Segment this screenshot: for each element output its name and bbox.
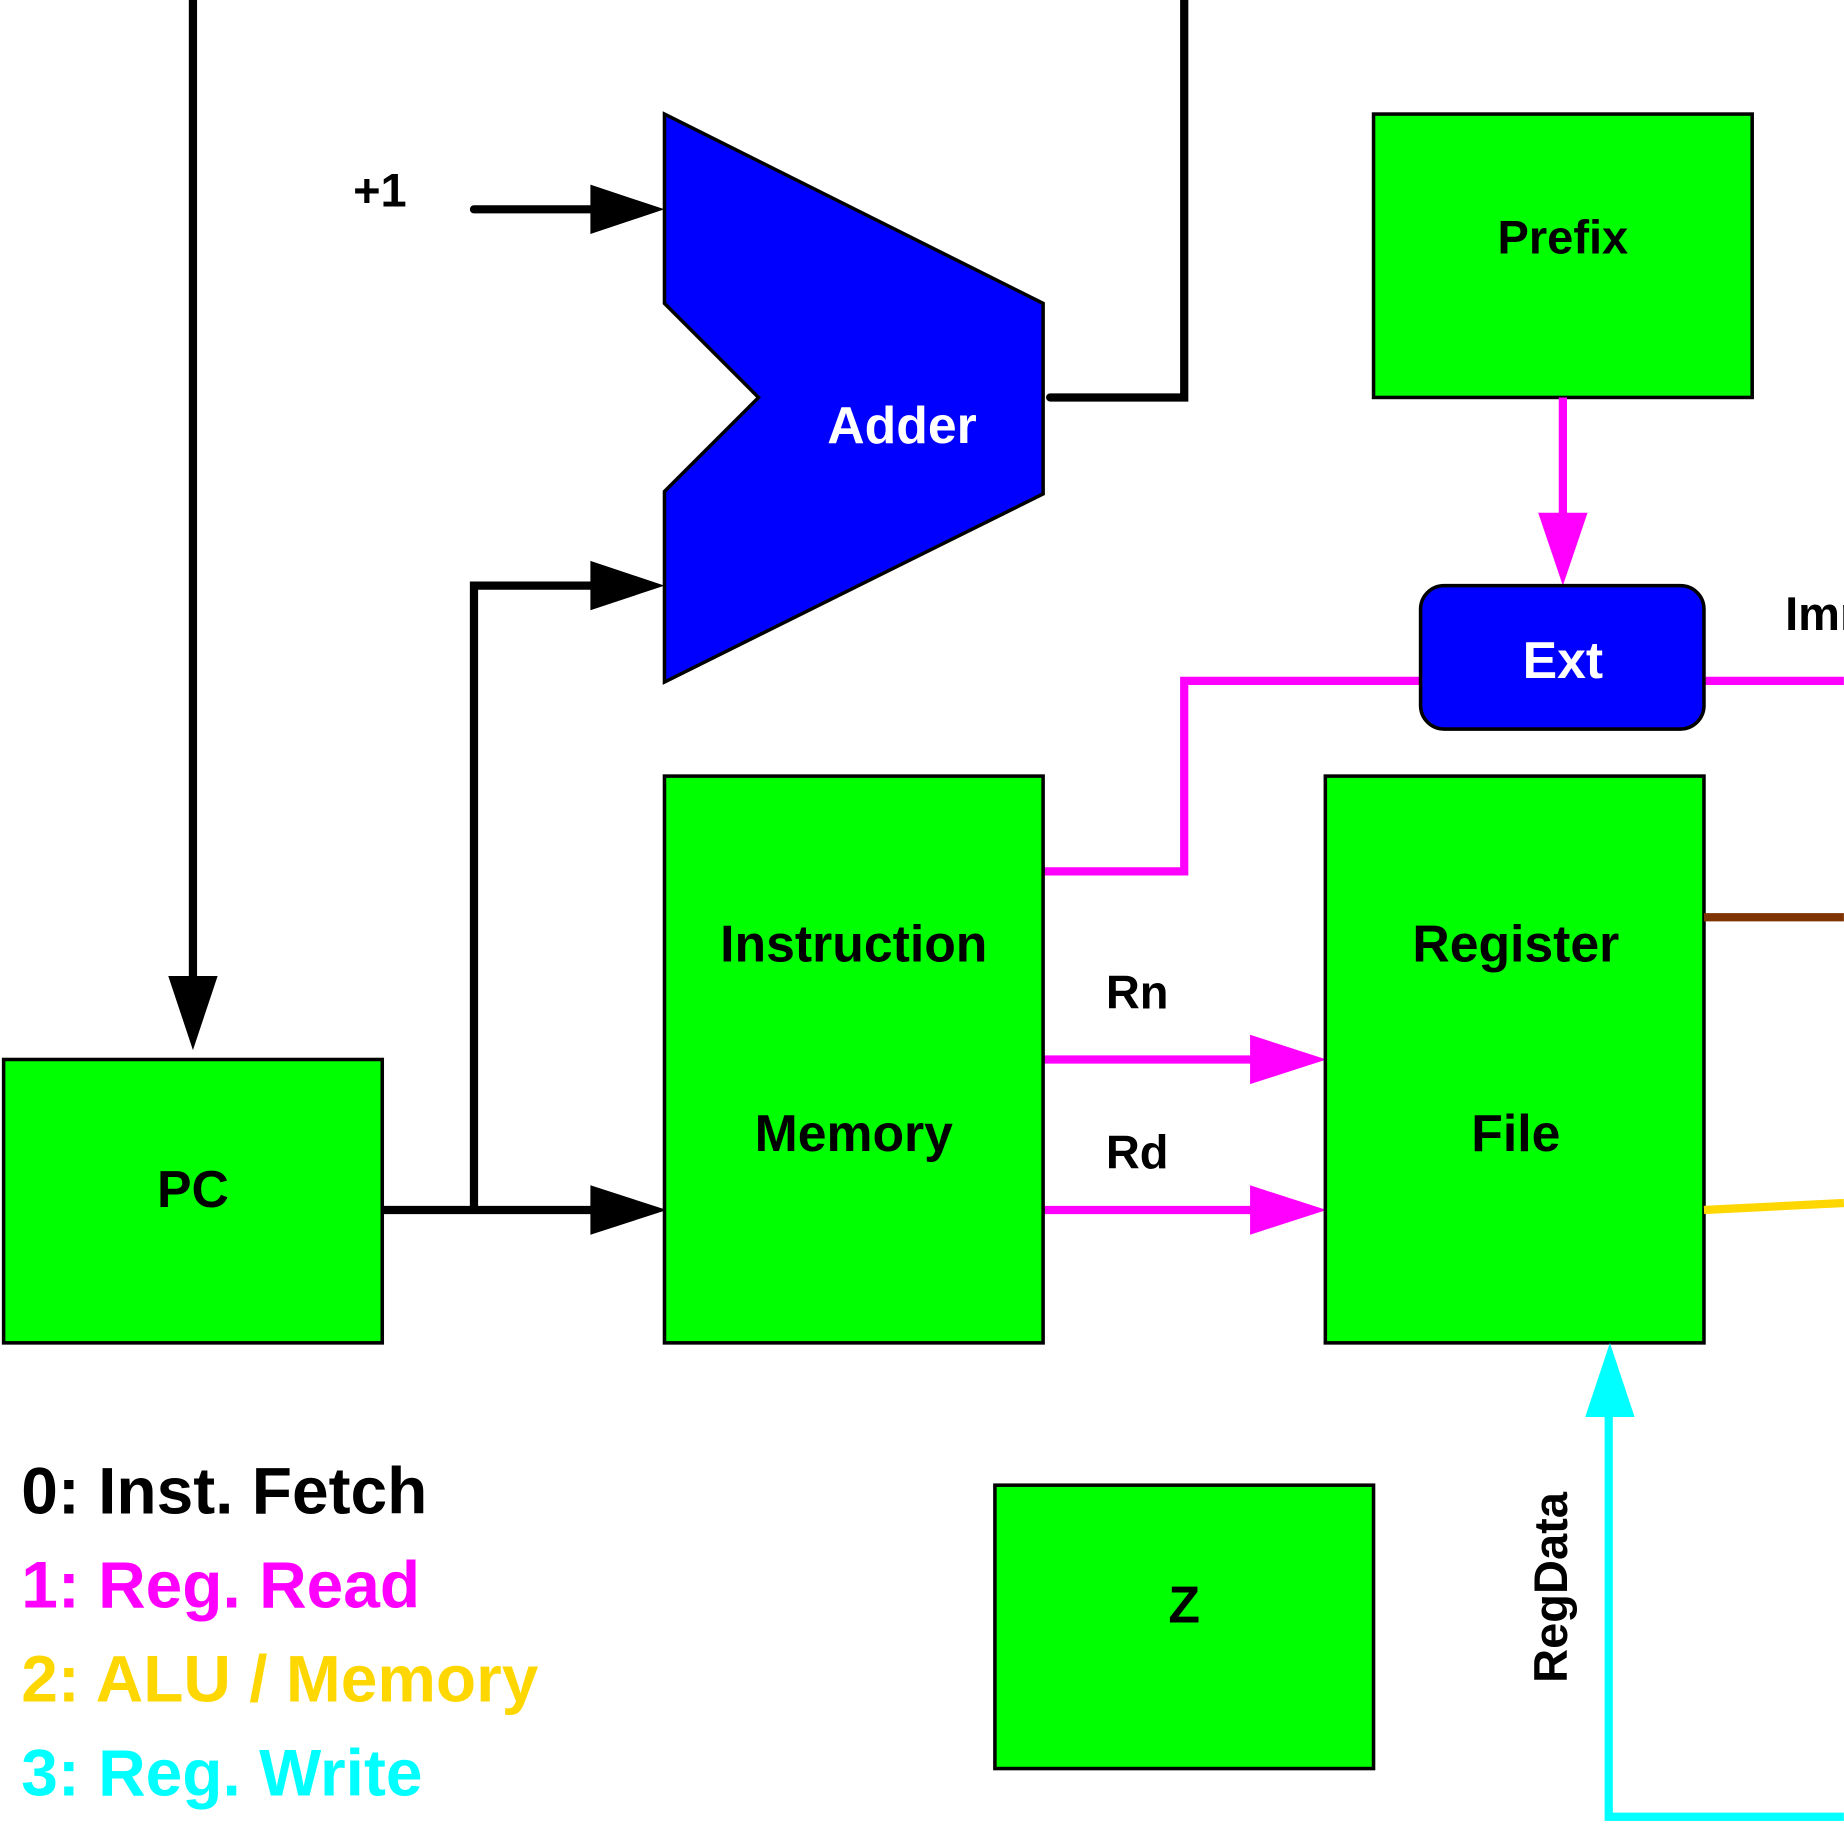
arrow-head-icon: [590, 1185, 667, 1235]
arrow-head-icon: [1250, 1034, 1327, 1085]
plus-one-label: +1: [353, 163, 407, 216]
instruction-memory-block: Instruction Memory: [662, 774, 1045, 1345]
register-file-block: Register File: [1323, 774, 1706, 1345]
register-file-label-2: File: [1471, 1104, 1560, 1162]
arrow-head-icon: [590, 184, 665, 235]
alu-wire: [1703, 1198, 1844, 1215]
prefix-label: Prefix: [1498, 210, 1629, 263]
legend-stage-1: 1: Reg. Read: [21, 1547, 420, 1621]
prefix-block: Prefix: [1371, 112, 1754, 400]
ext-block: Ext: [1418, 583, 1706, 731]
arrow-head-icon: [1585, 1342, 1635, 1417]
adder-label: Adder: [827, 396, 976, 454]
register-file-label-1: Register: [1412, 914, 1619, 972]
regdata-wire: [1604, 1411, 1844, 1821]
stage-legend: 0: Inst. Fetch 1: Reg. Read 2: ALU / Mem…: [21, 1453, 538, 1809]
legend-stage-3: 3: Reg. Write: [21, 1736, 422, 1810]
instruction-memory-label-2: Memory: [755, 1104, 954, 1162]
pc-to-adder-wire: [469, 581, 604, 1215]
adder-out-wire: [1046, 0, 1189, 402]
instruction-memory-label-1: Instruction: [720, 914, 987, 972]
z-block: Z: [993, 1483, 1376, 1771]
regdata-label: RegData: [1524, 1491, 1577, 1683]
legend-stage-2: 2: ALU / Memory: [21, 1642, 538, 1716]
pc-block: PC: [1, 1057, 385, 1345]
rd-label: Rd: [1106, 1125, 1169, 1178]
ext-label: Ext: [1523, 631, 1603, 689]
arrow-head-icon: [1538, 512, 1588, 586]
imm-label: Imm: [1785, 587, 1844, 640]
legend-stage-0: 0: Inst. Fetch: [21, 1453, 427, 1527]
pc-label: PC: [157, 1160, 229, 1218]
datapath-diagram: +1 Adder Prefix Ext Imm Instruction Memo…: [1, 0, 1844, 1821]
z-label: Z: [1168, 1575, 1200, 1633]
rn-label: Rn: [1106, 965, 1169, 1018]
arrow-head-icon: [168, 975, 218, 1051]
adder-block: Adder: [662, 111, 1045, 685]
arrow-head-icon: [1250, 1185, 1327, 1235]
arrow-head-icon: [590, 560, 665, 611]
